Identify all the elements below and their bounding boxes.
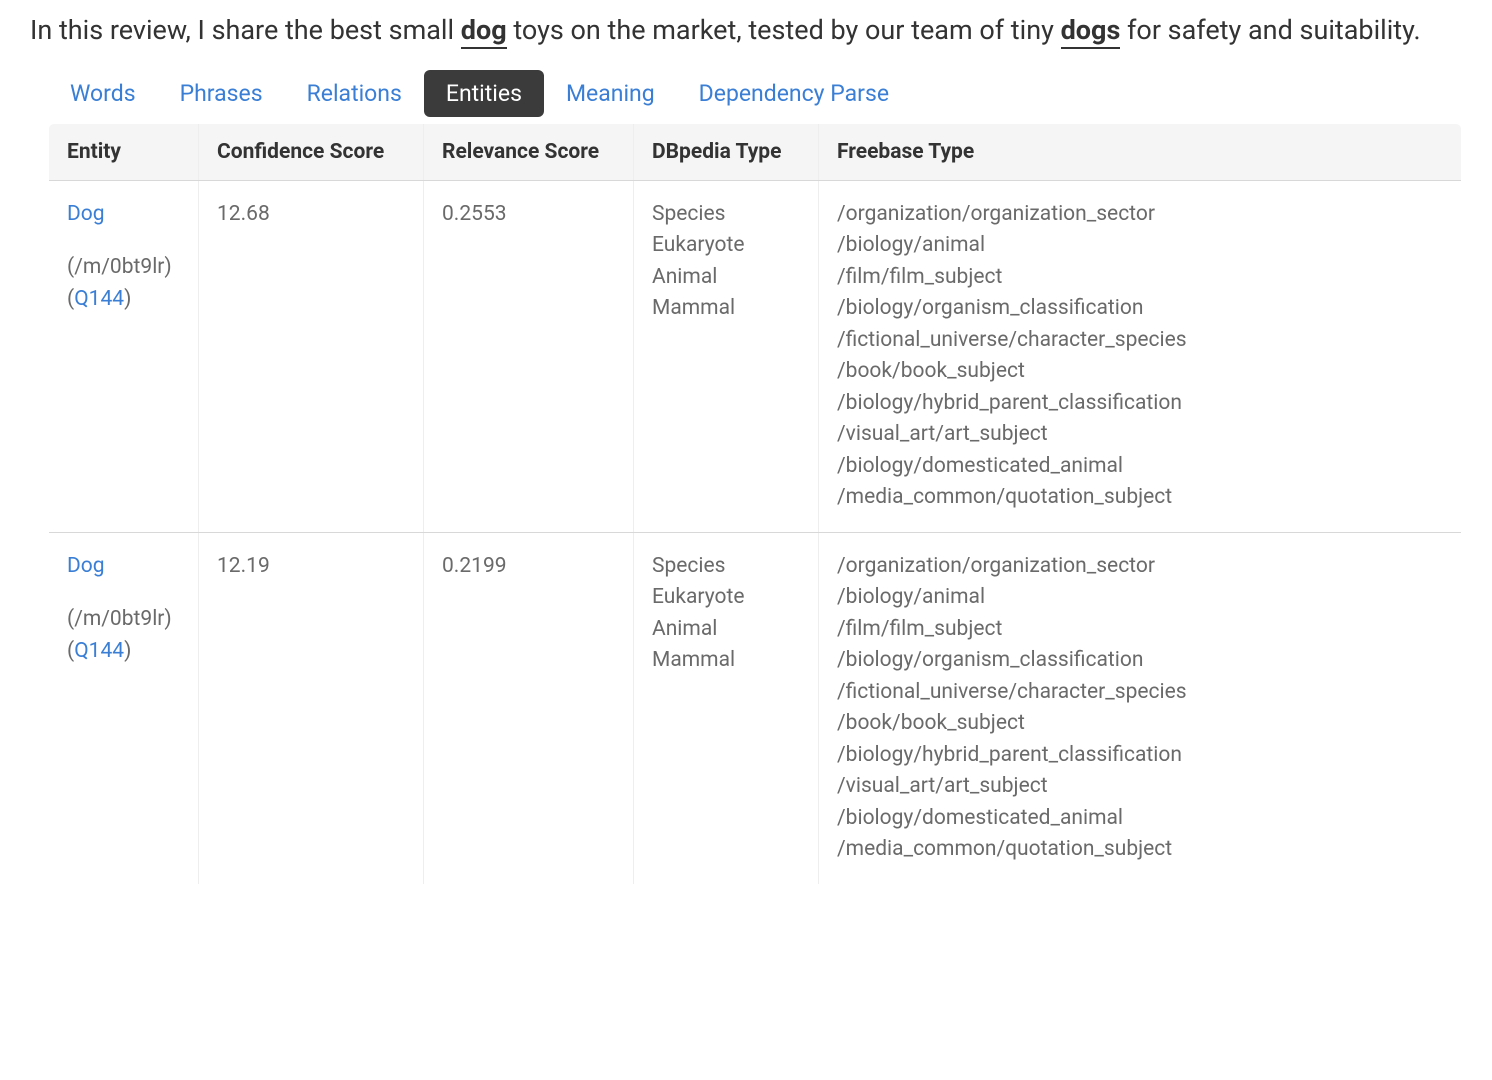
freebase-type: /biology/organism_classification <box>837 645 1443 677</box>
tab-words[interactable]: Words <box>48 70 158 117</box>
cell-relevance: 0.2199 <box>424 532 634 884</box>
freebase-type: /biology/domesticated_animal <box>837 451 1443 483</box>
freebase-type: /visual_art/art_subject <box>837 419 1443 451</box>
tab-meaning[interactable]: Meaning <box>544 70 677 117</box>
table-row: Dog(/m/0bt9lr)(Q144)12.680.2553SpeciesEu… <box>49 180 1462 532</box>
entity-mid: (/m/0bt9lr) <box>67 252 180 284</box>
entity-wikidata-link[interactable]: Q144 <box>74 639 124 663</box>
dbpedia-type: Mammal <box>652 293 800 325</box>
cell-entity: Dog (/m/0bt9lr)(Q144) <box>49 532 199 884</box>
cell-freebase: /organization/organization_sector/biolog… <box>819 532 1462 884</box>
freebase-type: /film/film_subject <box>837 262 1443 294</box>
freebase-type: /biology/animal <box>837 230 1443 262</box>
tabs-bar: Words Phrases Relations Entities Meaning… <box>30 70 1462 117</box>
analyzed-sentence: In this review, I share the best small d… <box>30 10 1462 52</box>
entity-link[interactable]: Dog <box>67 199 180 231</box>
highlight-dog: dog <box>461 14 507 49</box>
dbpedia-type: Animal <box>652 614 800 646</box>
cell-dbpedia: SpeciesEukaryoteAnimalMammal <box>634 532 819 884</box>
freebase-type: /biology/domesticated_animal <box>837 803 1443 835</box>
freebase-type: /fictional_universe/character_species <box>837 677 1443 709</box>
freebase-type: /media_common/quotation_subject <box>837 834 1443 866</box>
col-relevance: Relevance Score <box>424 123 634 180</box>
dbpedia-type: Species <box>652 551 800 583</box>
entity-wikidata-link[interactable]: Q144 <box>74 287 124 311</box>
entity-wikidata-wrap: (Q144) <box>67 636 180 668</box>
col-confidence: Confidence Score <box>199 123 424 180</box>
entity-mid: (/m/0bt9lr) <box>67 604 180 636</box>
dbpedia-type: Species <box>652 199 800 231</box>
freebase-type: /fictional_universe/character_species <box>837 325 1443 357</box>
tab-dependency-parse[interactable]: Dependency Parse <box>677 70 911 117</box>
cell-entity: Dog (/m/0bt9lr)(Q144) <box>49 180 199 532</box>
dbpedia-type: Eukaryote <box>652 582 800 614</box>
col-entity: Entity <box>49 123 199 180</box>
dbpedia-type: Mammal <box>652 645 800 677</box>
entities-table: Entity Confidence Score Relevance Score … <box>48 123 1462 885</box>
freebase-type: /organization/organization_sector <box>837 551 1443 583</box>
freebase-type: /book/book_subject <box>837 356 1443 388</box>
freebase-type: /visual_art/art_subject <box>837 771 1443 803</box>
sentence-text-mid: toys on the market, tested by our team o… <box>507 14 1061 46</box>
freebase-type: /biology/organism_classification <box>837 293 1443 325</box>
entity-link[interactable]: Dog <box>67 551 180 583</box>
freebase-type: /organization/organization_sector <box>837 199 1443 231</box>
dbpedia-type: Eukaryote <box>652 230 800 262</box>
table-row: Dog(/m/0bt9lr)(Q144)12.190.2199SpeciesEu… <box>49 532 1462 884</box>
entity-wikidata-wrap: (Q144) <box>67 284 180 316</box>
freebase-type: /biology/hybrid_parent_classification <box>837 740 1443 772</box>
tab-entities[interactable]: Entities <box>424 70 544 117</box>
dbpedia-type: Animal <box>652 262 800 294</box>
col-dbpedia: DBpedia Type <box>634 123 819 180</box>
cell-confidence: 12.68 <box>199 180 424 532</box>
table-header-row: Entity Confidence Score Relevance Score … <box>49 123 1462 180</box>
entity-ids: (/m/0bt9lr)(Q144) <box>67 252 180 315</box>
freebase-type: /media_common/quotation_subject <box>837 482 1443 514</box>
tab-phrases[interactable]: Phrases <box>158 70 285 117</box>
freebase-type: /book/book_subject <box>837 708 1443 740</box>
freebase-type: /film/film_subject <box>837 614 1443 646</box>
highlight-dogs: dogs <box>1061 14 1121 49</box>
freebase-type: /biology/animal <box>837 582 1443 614</box>
sentence-text-post: for safety and suitability. <box>1120 14 1420 46</box>
cell-freebase: /organization/organization_sector/biolog… <box>819 180 1462 532</box>
cell-confidence: 12.19 <box>199 532 424 884</box>
freebase-type: /biology/hybrid_parent_classification <box>837 388 1443 420</box>
sentence-text-pre: In this review, I share the best small <box>30 14 461 46</box>
col-freebase: Freebase Type <box>819 123 1462 180</box>
tab-relations[interactable]: Relations <box>285 70 424 117</box>
cell-dbpedia: SpeciesEukaryoteAnimalMammal <box>634 180 819 532</box>
entity-ids: (/m/0bt9lr)(Q144) <box>67 604 180 667</box>
cell-relevance: 0.2553 <box>424 180 634 532</box>
